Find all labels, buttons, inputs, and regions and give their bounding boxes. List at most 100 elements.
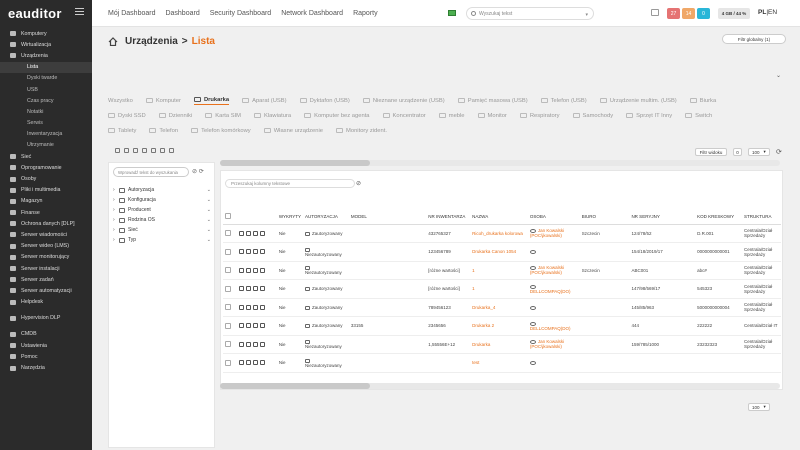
details-icon[interactable] bbox=[245, 230, 251, 236]
column-header[interactable]: KOD KRESKOWY bbox=[695, 209, 742, 225]
tree-node[interactable]: › Autoryzacja ⌄ bbox=[113, 185, 213, 195]
column-header[interactable]: BIURO bbox=[579, 209, 630, 225]
cell-osoba[interactable]: Jan Kowalski (POC\jkowalski) bbox=[527, 224, 580, 243]
device-tab[interactable]: Pamięć masowa (USB) bbox=[457, 98, 528, 104]
device-tab[interactable]: Biurka bbox=[689, 98, 716, 104]
sidebar-item[interactable]: Narzędzia bbox=[0, 362, 92, 373]
device-tab[interactable]: meble bbox=[438, 113, 465, 119]
sidebar-item[interactable]: Notatki bbox=[0, 106, 92, 117]
column-header[interactable]: MODEL bbox=[348, 209, 427, 225]
top-nav-link[interactable]: Network Dashboard bbox=[281, 10, 343, 17]
device-tab[interactable]: Telefon bbox=[149, 128, 178, 134]
tree-node[interactable]: › Producent ⌄ bbox=[113, 205, 213, 215]
sidebar-item[interactable]: Serwer wideo (LMS) bbox=[0, 241, 92, 252]
flag-icon[interactable] bbox=[448, 10, 456, 16]
lang-other[interactable]: EN bbox=[768, 9, 777, 16]
column-header[interactable] bbox=[223, 209, 237, 225]
sidebar-item[interactable]: Komputery bbox=[0, 28, 92, 39]
sidebar-item[interactable]: Pomoc bbox=[0, 351, 92, 362]
settings-icon[interactable] bbox=[142, 148, 147, 153]
alert-badge-blue[interactable]: 0 bbox=[697, 8, 710, 19]
cell-nazwa[interactable]: Drukarka_4 bbox=[470, 298, 528, 317]
search-input[interactable]: Wyszukaj tekst ▾ bbox=[466, 7, 594, 20]
add-icon[interactable] bbox=[115, 148, 120, 153]
device-tab[interactable]: Monitor bbox=[477, 113, 507, 119]
details-icon[interactable] bbox=[245, 323, 251, 329]
list-icon[interactable] bbox=[252, 323, 258, 329]
sidebar-item[interactable]: Czas pracy bbox=[0, 95, 92, 106]
edit-icon[interactable] bbox=[259, 249, 265, 255]
cell-nazwa[interactable]: Ricoh_drukarka kolorowa bbox=[470, 224, 528, 243]
column-header[interactable]: OSOBA bbox=[527, 209, 580, 225]
sidebar-item[interactable]: Pliki i multimedia bbox=[0, 185, 92, 196]
device-tab[interactable]: Karta SIM bbox=[205, 113, 241, 119]
sidebar-item[interactable]: Dyski twarde bbox=[0, 73, 92, 84]
cell-nazwa[interactable]: Drukarka bbox=[470, 335, 528, 354]
sidebar-item[interactable]: Ochrona danych [DLP] bbox=[0, 218, 92, 229]
chevron-down-icon[interactable]: ⌄ bbox=[207, 227, 211, 233]
tree-node[interactable]: › Typ ⌄ bbox=[113, 235, 213, 245]
sidebar-item[interactable]: Hypervision DLP bbox=[0, 313, 92, 324]
sidebar-item[interactable]: Wirtualizacja bbox=[0, 39, 92, 50]
row-checkbox[interactable] bbox=[225, 341, 231, 348]
view-icon[interactable] bbox=[238, 304, 244, 310]
view-icon[interactable] bbox=[238, 341, 244, 347]
view-icon[interactable] bbox=[238, 360, 244, 366]
device-tab[interactable]: Wszystko bbox=[108, 98, 133, 104]
top-nav-link[interactable]: Dashboard bbox=[165, 10, 199, 17]
device-tab[interactable]: Monitory zident. bbox=[336, 128, 387, 134]
sidebar-item[interactable]: Ustawienia bbox=[0, 340, 92, 351]
details-icon[interactable] bbox=[245, 341, 251, 347]
details-icon[interactable] bbox=[245, 267, 251, 273]
column-header[interactable]: NR SERYJNY bbox=[629, 209, 696, 225]
device-tab[interactable]: Drukarka bbox=[193, 97, 230, 105]
table-row[interactable]: Nie Niezautoryzowany 123456789 Drukarka Can… bbox=[223, 242, 781, 262]
edit-icon[interactable] bbox=[259, 360, 265, 366]
table-row[interactable]: Nie Niezautoryzowany 1,55556E+12 Drukarka Ja… bbox=[223, 335, 781, 354]
clear-filter-icon[interactable]: ⊘ bbox=[356, 180, 361, 187]
edit-icon[interactable] bbox=[259, 267, 265, 273]
alert-badge-orange[interactable]: 14 bbox=[682, 8, 695, 19]
row-checkbox[interactable] bbox=[225, 248, 231, 255]
table-row[interactable]: Nie Niezautoryzowany test bbox=[223, 353, 781, 373]
print-icon[interactable] bbox=[151, 148, 156, 153]
refresh-tree-icon[interactable]: ⟳ bbox=[199, 169, 204, 175]
sidebar-item[interactable]: Oprogramowanie bbox=[0, 162, 92, 173]
column-header[interactable]: WYKRYTY bbox=[276, 209, 303, 225]
view-icon[interactable] bbox=[238, 286, 244, 292]
column-header[interactable]: STRUKTURA bbox=[741, 209, 781, 225]
device-tab[interactable]: Switch bbox=[685, 113, 712, 119]
scrollbar-thumb[interactable] bbox=[220, 160, 370, 166]
sidebar-item[interactable]: Lista bbox=[0, 61, 92, 73]
cell-nazwa[interactable]: Drukarka 2 bbox=[470, 316, 528, 336]
chevron-down-icon[interactable]: ⌄ bbox=[207, 207, 211, 213]
edit-icon[interactable] bbox=[259, 323, 265, 329]
page-size-select[interactable]: 100 ▾ bbox=[748, 148, 770, 156]
column-header[interactable]: NAZWA bbox=[470, 209, 528, 225]
device-tab[interactable]: Własne urządzenie bbox=[263, 128, 323, 134]
alert-badge-red[interactable]: 27 bbox=[667, 8, 680, 19]
list-icon[interactable] bbox=[252, 249, 258, 255]
device-tab[interactable]: Dyktafon (USB) bbox=[299, 98, 350, 104]
column-header[interactable]: AUTORYZACJA bbox=[302, 209, 349, 225]
person-link-icon[interactable] bbox=[529, 305, 536, 310]
messages-icon[interactable] bbox=[651, 9, 659, 16]
sidebar-item[interactable]: CMDB bbox=[0, 329, 92, 340]
scrollbar-thumb[interactable] bbox=[220, 383, 370, 389]
page-size-select-bottom[interactable]: 100 ▾ bbox=[748, 403, 770, 411]
tree-node[interactable]: › Sieć ⌄ bbox=[113, 225, 213, 235]
sidebar-item[interactable]: Serwer monitorujący bbox=[0, 252, 92, 263]
device-tab[interactable]: Koncentrator bbox=[382, 113, 426, 119]
top-nav-link[interactable]: Mój Dashboard bbox=[108, 10, 155, 17]
list-icon[interactable] bbox=[252, 304, 258, 310]
sidebar-item[interactable]: Sieć bbox=[0, 151, 92, 162]
cell-osoba[interactable] bbox=[527, 298, 580, 317]
left-search-input[interactable]: Wprowadź tekst do wyszukania bbox=[113, 167, 189, 177]
cell-osoba[interactable] bbox=[527, 242, 580, 262]
device-tab[interactable]: Komputer bez agenta bbox=[304, 113, 370, 119]
device-tab[interactable]: Telefon (USB) bbox=[540, 98, 587, 104]
cell-nazwa[interactable]: test bbox=[470, 353, 528, 373]
column-header[interactable]: NR INWENTARZA bbox=[426, 209, 471, 225]
table-row[interactable]: Nie Zautoryzowany 789456123 Drukarka_4 145/8… bbox=[223, 298, 781, 317]
list-icon[interactable] bbox=[252, 341, 258, 347]
